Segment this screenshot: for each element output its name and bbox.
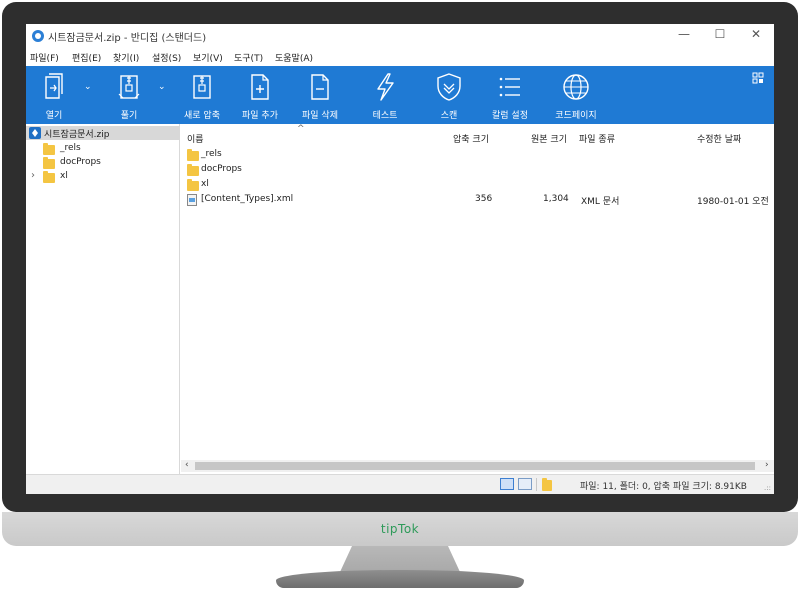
- menu-bar: 파일(F) 편집(E) 찾기(I) 설정(S) 보기(V) 도구(T) 도움말(…: [26, 48, 774, 66]
- new-archive-button[interactable]: 새로 압축: [174, 66, 230, 124]
- title-bar: 시트잠금문서.zip - 반디집 (스탠더드) — ☐ ✕: [26, 24, 774, 48]
- test-label: 테스트: [372, 111, 398, 121]
- shield-icon: [437, 73, 461, 101]
- status-bar: 파일: 11, 폴더: 0, 압축 파일 크기: 8.91KB .::: [26, 474, 774, 494]
- close-button[interactable]: ✕: [746, 27, 766, 41]
- extract-label: 풀기: [120, 111, 138, 121]
- lightning-icon: [377, 73, 394, 101]
- item-name: _rels: [201, 149, 222, 159]
- monitor-brand-logo: tipTok: [380, 522, 420, 536]
- column-header-original-size[interactable]: 원본 크기: [531, 132, 567, 145]
- column-settings-label: 칼럼 설정: [492, 111, 528, 121]
- open-dropdown-chevron-icon[interactable]: ⌄: [84, 82, 92, 92]
- scroll-left-icon[interactable]: ‹: [185, 460, 189, 470]
- status-summary: 파일: 11, 폴더: 0, 압축 파일 크기: 8.91KB: [580, 482, 747, 492]
- add-file-button[interactable]: 파일 추가: [232, 66, 288, 124]
- minimize-button[interactable]: —: [674, 27, 694, 41]
- item-packed-size: 356: [475, 194, 493, 204]
- item-name: docProps: [201, 164, 242, 174]
- extract-zip-icon: [118, 75, 140, 99]
- extract-button[interactable]: 풀기: [100, 66, 158, 124]
- item-name: [Content_Types].xml: [201, 194, 294, 204]
- column-header-modified-date[interactable]: 수정한 날짜: [697, 132, 741, 145]
- menu-view[interactable]: 보기(V): [193, 51, 223, 64]
- monitor-base: [276, 570, 524, 588]
- add-file-icon: [251, 74, 269, 100]
- folder-pane-icon[interactable]: [542, 478, 552, 491]
- delete-file-button[interactable]: 파일 삭제: [292, 66, 348, 124]
- zip-archive-icon: [29, 127, 41, 139]
- file-list: 이름 ^ 압축 크기 원본 크기 파일 종류 수정한 날짜 _rels docP…: [181, 124, 774, 460]
- folder-icon: [187, 149, 199, 161]
- tree-item-label: docProps: [60, 157, 101, 167]
- maximize-button[interactable]: ☐: [710, 27, 730, 41]
- open-label: 열기: [45, 111, 63, 121]
- bandizip-window: 시트잠금문서.zip - 반디집 (스탠더드) — ☐ ✕ 파일(F) 편집(E…: [26, 24, 774, 494]
- test-button[interactable]: 테스트: [360, 66, 410, 124]
- open-button[interactable]: 열기: [32, 66, 76, 124]
- toolbar: 열기 ⌄ 풀기 ⌄ 새로 압축 파일 추가 파일 삭제 테스트 스캔 칼럼 설정…: [26, 66, 774, 124]
- folder-icon: [43, 157, 55, 169]
- folder-tree: 시트잠금문서.zip _rels docProps › xl: [26, 124, 180, 474]
- folder-icon: [187, 164, 199, 176]
- list-item[interactable]: [Content_Types].xml 356 1,304 XML 문서 198…: [181, 193, 774, 207]
- scrollbar-thumb[interactable]: [195, 462, 755, 470]
- scan-button[interactable]: 스캔: [424, 66, 474, 124]
- bandizip-app-icon: [32, 30, 44, 42]
- scroll-right-icon[interactable]: ›: [765, 460, 769, 470]
- menu-tools[interactable]: 도구(T): [234, 51, 263, 64]
- menu-find[interactable]: 찾기(I): [113, 51, 139, 64]
- menu-edit[interactable]: 편집(E): [72, 51, 101, 64]
- globe-icon: [563, 74, 589, 100]
- sort-arrow-icon: ^: [297, 124, 305, 134]
- item-file-type: XML 문서: [581, 197, 620, 207]
- monitor-chin: tipTok: [2, 512, 798, 546]
- column-header-file-type[interactable]: 파일 종류: [579, 132, 615, 145]
- tree-root[interactable]: 시트잠금문서.zip: [26, 126, 180, 140]
- open-folder-icon: [45, 73, 63, 99]
- tree-item-label: _rels: [60, 143, 81, 153]
- column-header-name[interactable]: 이름: [187, 132, 204, 145]
- list-view-icon[interactable]: [518, 478, 532, 490]
- codepage-label: 코드페이지: [555, 111, 597, 121]
- tree-root-label: 시트잠금문서.zip: [44, 130, 110, 140]
- delete-file-icon: [311, 74, 329, 100]
- menu-settings[interactable]: 설정(S): [152, 51, 181, 64]
- horizontal-scrollbar[interactable]: ‹ ›: [181, 460, 774, 472]
- item-original-size: 1,304: [543, 194, 569, 204]
- tree-item-rels[interactable]: _rels: [26, 142, 180, 156]
- details-view-icon[interactable]: [500, 478, 514, 490]
- monitor-neck: [340, 546, 460, 572]
- list-item[interactable]: _rels: [181, 148, 774, 162]
- codepage-button[interactable]: 코드페이지: [546, 66, 606, 124]
- tree-item-label: xl: [60, 171, 68, 181]
- column-settings-button[interactable]: 칼럼 설정: [482, 66, 538, 124]
- status-divider: [536, 478, 537, 491]
- new-archive-icon: [193, 75, 211, 99]
- window-title: 시트잠금문서.zip - 반디집 (스탠더드): [48, 33, 207, 44]
- delete-file-label: 파일 삭제: [302, 111, 338, 121]
- tree-item-xl[interactable]: › xl: [26, 170, 180, 184]
- folder-icon: [43, 143, 55, 155]
- menu-file[interactable]: 파일(F): [30, 51, 59, 64]
- menu-help[interactable]: 도움말(A): [275, 51, 313, 64]
- extract-dropdown-chevron-icon[interactable]: ⌄: [158, 82, 166, 92]
- tree-item-docprops[interactable]: docProps: [26, 156, 180, 170]
- new-archive-label: 새로 압축: [184, 111, 220, 121]
- xml-file-icon: [187, 194, 197, 206]
- column-header-packed-size[interactable]: 압축 크기: [453, 132, 489, 145]
- list-item[interactable]: xl: [181, 178, 774, 192]
- item-modified-date: 1980-01-01 오전: [697, 197, 769, 207]
- expand-chevron-icon[interactable]: ›: [31, 170, 35, 181]
- layout-grid-icon[interactable]: [752, 72, 764, 84]
- resize-grip-icon[interactable]: .::: [764, 484, 771, 492]
- list-item[interactable]: docProps: [181, 163, 774, 177]
- list-columns-icon: [499, 77, 520, 97]
- item-name: xl: [201, 179, 209, 189]
- folder-icon: [187, 179, 199, 191]
- folder-icon: [43, 171, 55, 183]
- scan-label: 스캔: [440, 111, 458, 121]
- add-file-label: 파일 추가: [242, 111, 278, 121]
